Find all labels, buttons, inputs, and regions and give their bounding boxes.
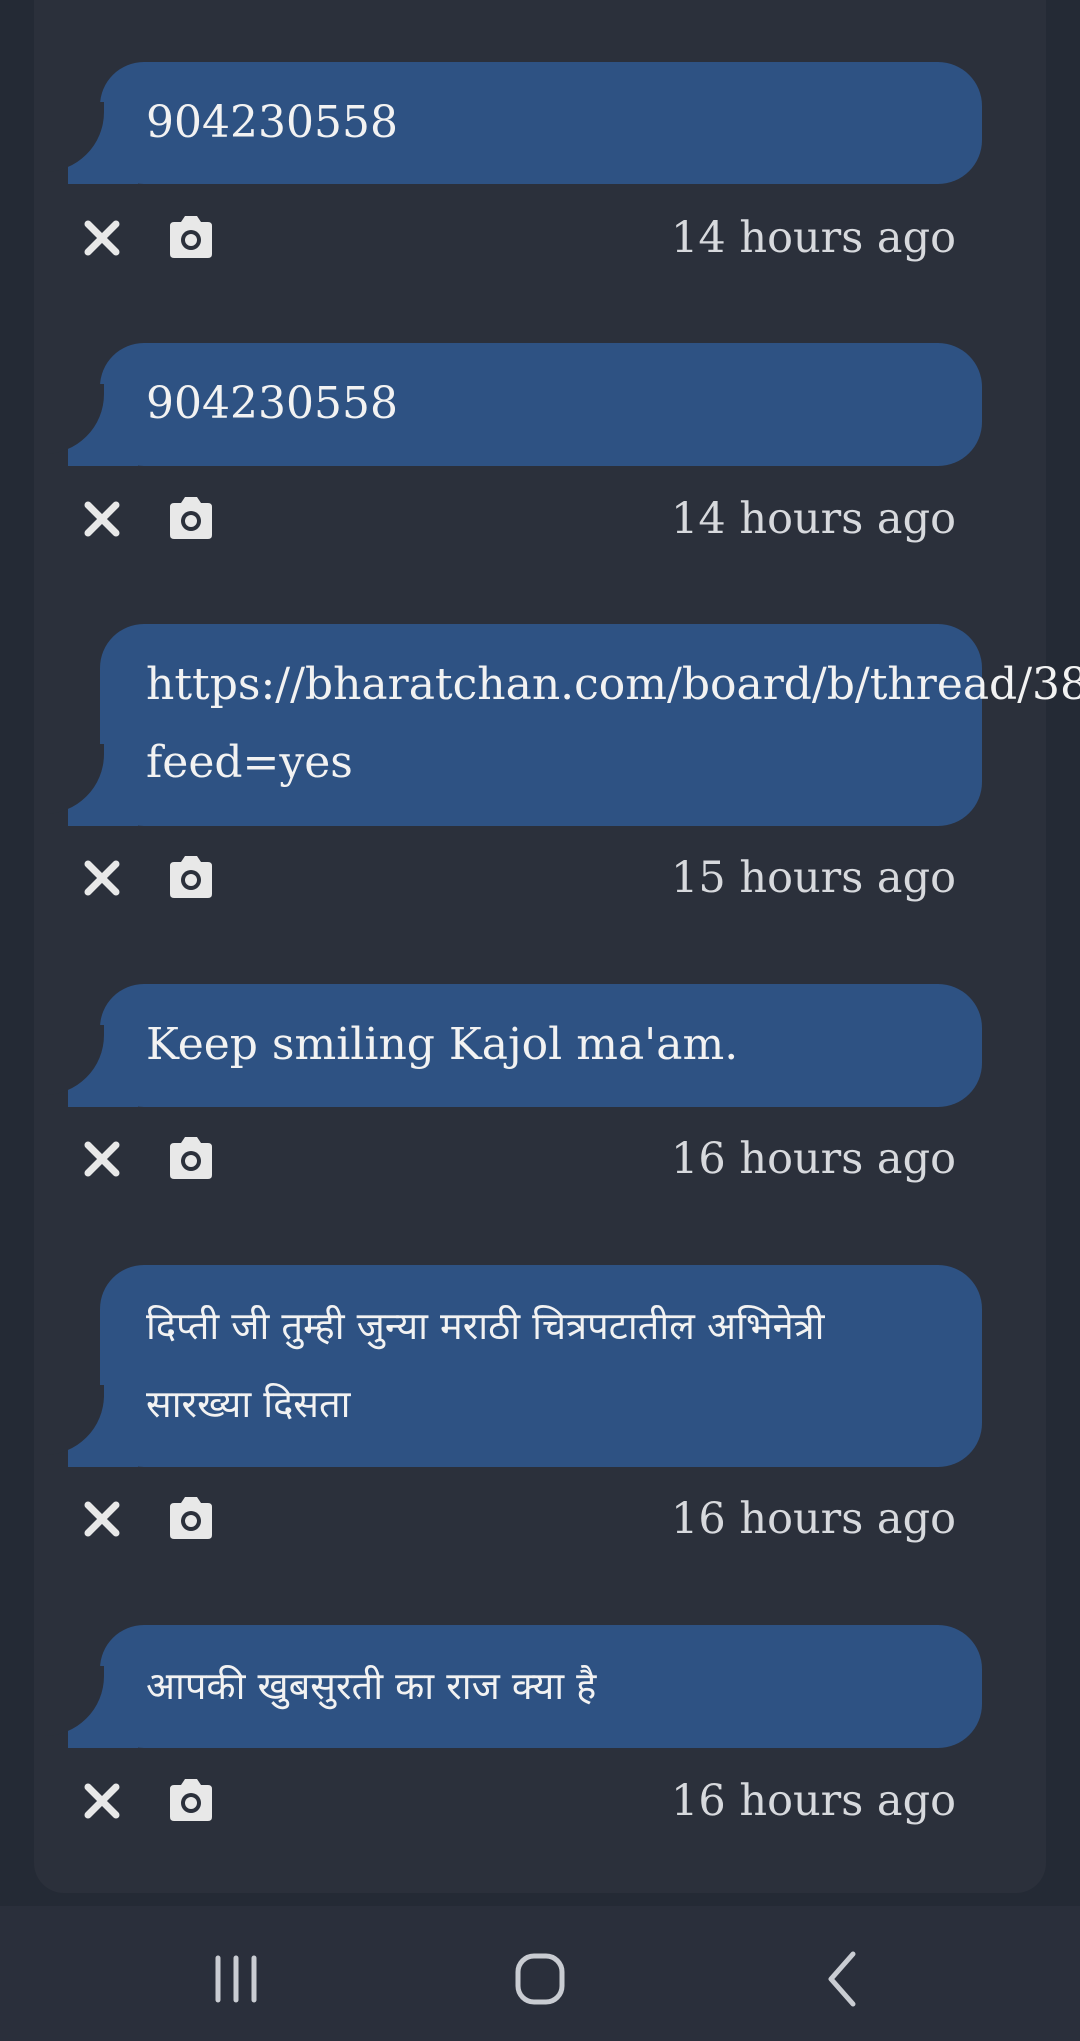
close-icon[interactable] [80,1779,124,1823]
message-text: Keep smiling Kajol ma'am. [146,1019,739,1070]
close-icon[interactable] [80,856,124,900]
message-actions: 15 hours ago [0,848,1080,908]
close-icon[interactable] [80,216,124,260]
message-bubble[interactable]: Keep smiling Kajol ma'am. [34,984,982,1107]
message-text: 904230558 [146,378,398,429]
home-icon[interactable] [500,1944,580,2014]
message-text-line: feed=yes [146,737,353,788]
message-text: 904230558 [146,97,398,148]
message-actions: 14 hours ago [0,489,1080,549]
message-bubble[interactable]: https://bharatchan.com/board/b/thread/38… [34,624,1080,826]
message-text-line: सारख्या दिसता [146,1382,351,1426]
camera-icon[interactable] [166,214,216,260]
message-timestamp: 14 hours ago [670,494,956,544]
message-actions: 14 hours ago [0,208,1080,268]
message-bubble[interactable]: 904230558 [34,343,982,466]
message-text: आपकी खुबसुरती का राज क्या है [146,1664,597,1708]
message-timestamp: 16 hours ago [670,1776,956,1826]
camera-icon[interactable] [166,1495,216,1541]
message-bubble[interactable]: 904230558 [34,62,982,184]
message-timestamp: 14 hours ago [670,213,956,263]
back-icon[interactable] [803,1944,883,2014]
message-timestamp: 16 hours ago [670,1134,956,1184]
close-icon[interactable] [80,1137,124,1181]
recents-icon[interactable] [196,1944,276,2014]
message-actions: 16 hours ago [0,1771,1080,1831]
close-icon[interactable] [80,497,124,541]
system-nav-bar [0,1906,1080,2041]
message-bubble[interactable]: दिप्ती जी तुम्ही जुन्या मराठी चित्रपटाती… [34,1265,982,1467]
message-bubble[interactable]: आपकी खुबसुरती का राज क्या है [34,1625,982,1748]
message-text: https://bharatchan.com/board/b/thread/38… [146,646,1080,802]
message-text-line: दिप्ती जी तुम्ही जुन्या मराठी चित्रपटाती… [146,1304,825,1348]
message-actions: 16 hours ago [0,1489,1080,1549]
message-timestamp: 15 hours ago [670,853,956,903]
camera-icon[interactable] [166,854,216,900]
message-text: दिप्ती जी तुम्ही जुन्या मराठी चित्रपटाती… [146,1287,982,1443]
screen: 904230558 14 hours ago 904230558 14 hour… [0,0,1080,2041]
message-timestamp: 16 hours ago [670,1494,956,1544]
camera-icon[interactable] [166,1135,216,1181]
message-actions: 16 hours ago [0,1129,1080,1189]
message-text-line: https://bharatchan.com/board/b/thread/38… [146,659,1080,710]
close-icon[interactable] [80,1497,124,1541]
messages-panel [34,0,1046,1893]
camera-icon[interactable] [166,495,216,541]
camera-icon[interactable] [166,1777,216,1823]
